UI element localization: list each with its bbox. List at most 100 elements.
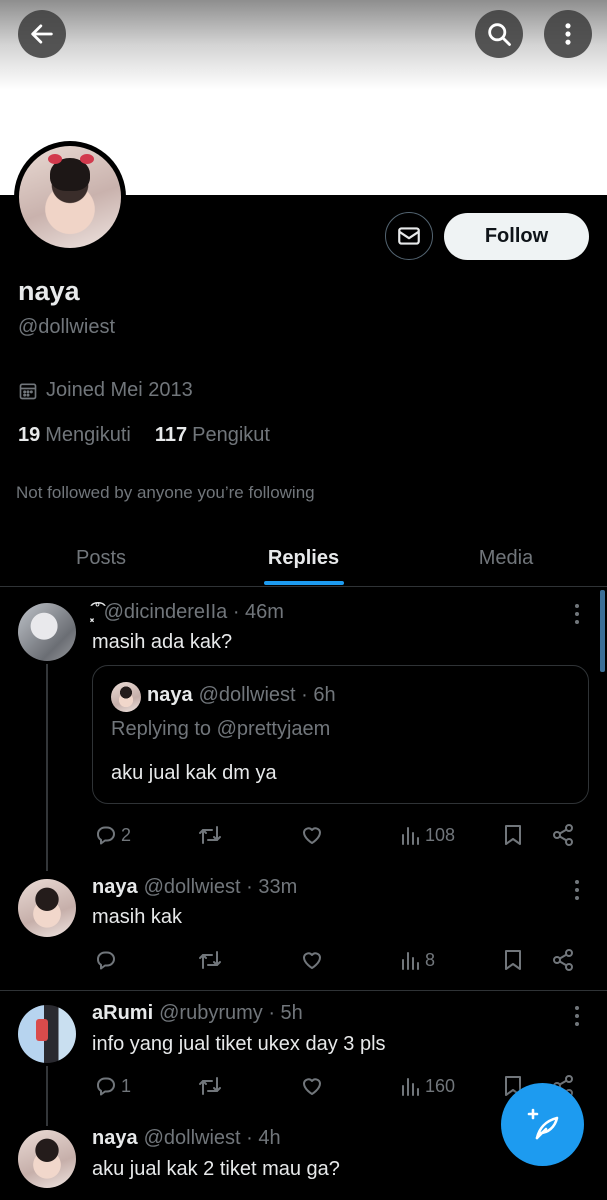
search-icon: [488, 23, 511, 46]
post-author-handle[interactable]: @rubyrumy: [159, 1002, 263, 1024]
post-header: naya @dollwiest · 33m: [92, 876, 297, 899]
views-count: 108: [425, 824, 456, 845]
share-button[interactable]: [551, 820, 575, 850]
post-more-button[interactable]: [567, 601, 587, 627]
retweet-button[interactable]: [197, 820, 223, 850]
follow-stats: 19 Mengikuti 117 Pengikut: [18, 424, 270, 447]
post-time: · 46m: [232, 601, 284, 623]
views-button[interactable]: 108: [400, 820, 455, 850]
post-more-button[interactable]: [567, 1003, 587, 1029]
back-button[interactable]: [18, 10, 66, 58]
post-text: info yang jual tiket ukex day 3 pls: [92, 1033, 386, 1055]
quote-time: · 6h: [301, 684, 336, 706]
post-author-name[interactable]: aRumi: [92, 1002, 153, 1024]
post-divider: [0, 990, 607, 991]
retweet-icon: [199, 826, 221, 844]
reply-button[interactable]: [94, 945, 121, 975]
post-time: · 33m: [246, 876, 298, 898]
reply-icon: [97, 826, 115, 845]
reply-count: 1: [121, 1075, 132, 1096]
post-author-handle[interactable]: @dollwiest: [144, 876, 241, 898]
post-avatar[interactable]: [18, 1130, 76, 1188]
following-link[interactable]: 19 Mengikuti: [18, 424, 131, 447]
retweet-icon: [199, 951, 221, 969]
active-tab-indicator: [264, 581, 344, 585]
share-button[interactable]: [551, 945, 575, 975]
following-count: 19: [18, 424, 41, 446]
views-button[interactable]: 8: [400, 945, 435, 975]
reply-icon: [97, 1077, 115, 1096]
like-button[interactable]: [300, 820, 324, 850]
like-button[interactable]: [300, 1071, 324, 1101]
quote-avatar: [111, 682, 141, 712]
heart-icon: [303, 1078, 321, 1095]
post-avatar[interactable]: [18, 1005, 76, 1063]
retweet-icon: [199, 1077, 221, 1095]
reply-count: 2: [121, 824, 132, 845]
mail-icon: [398, 227, 420, 245]
following-label: Mengikuti: [45, 424, 131, 446]
search-button[interactable]: [475, 10, 523, 58]
share-icon: [553, 824, 573, 846]
tab-media[interactable]: Media: [405, 530, 607, 587]
reply-button[interactable]: 2: [94, 820, 131, 850]
quote-author-handle: @dollwiest: [198, 684, 296, 706]
quote-author-name: naya: [147, 684, 193, 706]
follow-button[interactable]: Follow: [444, 213, 589, 260]
retweet-button[interactable]: [197, 1071, 223, 1101]
profile-tabs: Posts Replies Media: [0, 530, 607, 587]
scrollbar[interactable]: [600, 590, 605, 672]
post-author-name[interactable]: naya: [92, 876, 138, 898]
joined-label: Joined Mei 2013: [46, 379, 193, 401]
message-button[interactable]: [385, 212, 433, 260]
profile-avatar[interactable]: [14, 141, 126, 253]
heart-icon: [303, 952, 321, 969]
views-chart-icon: [402, 1078, 419, 1096]
quoted-post[interactable]: naya @dollwiest · 6h Replying to @prettyj…: [92, 665, 589, 804]
retweet-button[interactable]: [197, 945, 223, 975]
followers-label: Pengikut: [192, 424, 270, 446]
post-avatar[interactable]: [18, 879, 76, 937]
bookmark-icon: [505, 825, 521, 845]
post-header: naya @dollwiest · 4h: [92, 1127, 281, 1150]
post-avatar[interactable]: [18, 603, 76, 661]
tab-posts[interactable]: Posts: [0, 530, 202, 587]
tab-replies[interactable]: Replies: [202, 530, 405, 587]
reply-button[interactable]: 1: [94, 1071, 131, 1101]
views-count: 8: [425, 949, 436, 970]
post-time: · 4h: [246, 1127, 281, 1149]
post-text: aku jual kak 2 tiket mau ga?: [92, 1158, 340, 1180]
quote-header: naya @dollwiest · 6h: [147, 684, 336, 707]
profile-name: naya: [18, 276, 80, 306]
views-chart-icon: [402, 952, 419, 970]
like-button[interactable]: [300, 945, 324, 975]
post-author-handle[interactable]: @dollwiest: [144, 1127, 241, 1149]
joined-date: Joined Mei 2013: [18, 379, 193, 402]
quote-replying-to: Replying to @prettyjaem: [111, 718, 331, 740]
post-header: aRumi @rubyrumy · 5h: [92, 1002, 303, 1025]
bookmark-button[interactable]: [502, 945, 524, 975]
post-text: masih kak: [92, 906, 183, 928]
profile-handle: @dollwiest: [18, 316, 116, 338]
post-header: ͓͡ ̊ @dicindereIIa · 46m: [92, 601, 284, 624]
post-author-name[interactable]: naya: [92, 1127, 138, 1149]
compose-button[interactable]: [501, 1083, 584, 1166]
post-text: masih ada kak?: [92, 631, 233, 653]
compose-feather-icon: [527, 1108, 558, 1139]
followers-link[interactable]: 117 Pengikut: [155, 424, 270, 447]
post-author-handle[interactable]: @dicindereIIa: [104, 601, 228, 623]
more-vertical-icon: [565, 23, 571, 45]
post-more-button[interactable]: [567, 877, 587, 903]
views-button[interactable]: 160: [400, 1071, 455, 1101]
views-count: 160: [425, 1075, 456, 1096]
arrow-left-icon: [31, 24, 53, 44]
not-followed-notice: Not followed by anyone you’re following: [16, 483, 315, 502]
more-options-button[interactable]: [544, 10, 592, 58]
views-chart-icon: [402, 827, 419, 845]
bookmark-button[interactable]: [502, 820, 524, 850]
heart-icon: [303, 827, 321, 844]
followers-count: 117: [154, 424, 188, 446]
post-author-name[interactable]: ͓͡ ̊: [92, 601, 98, 623]
post-time: · 5h: [268, 1002, 303, 1024]
quote-text: aku jual kak dm ya: [111, 762, 277, 784]
